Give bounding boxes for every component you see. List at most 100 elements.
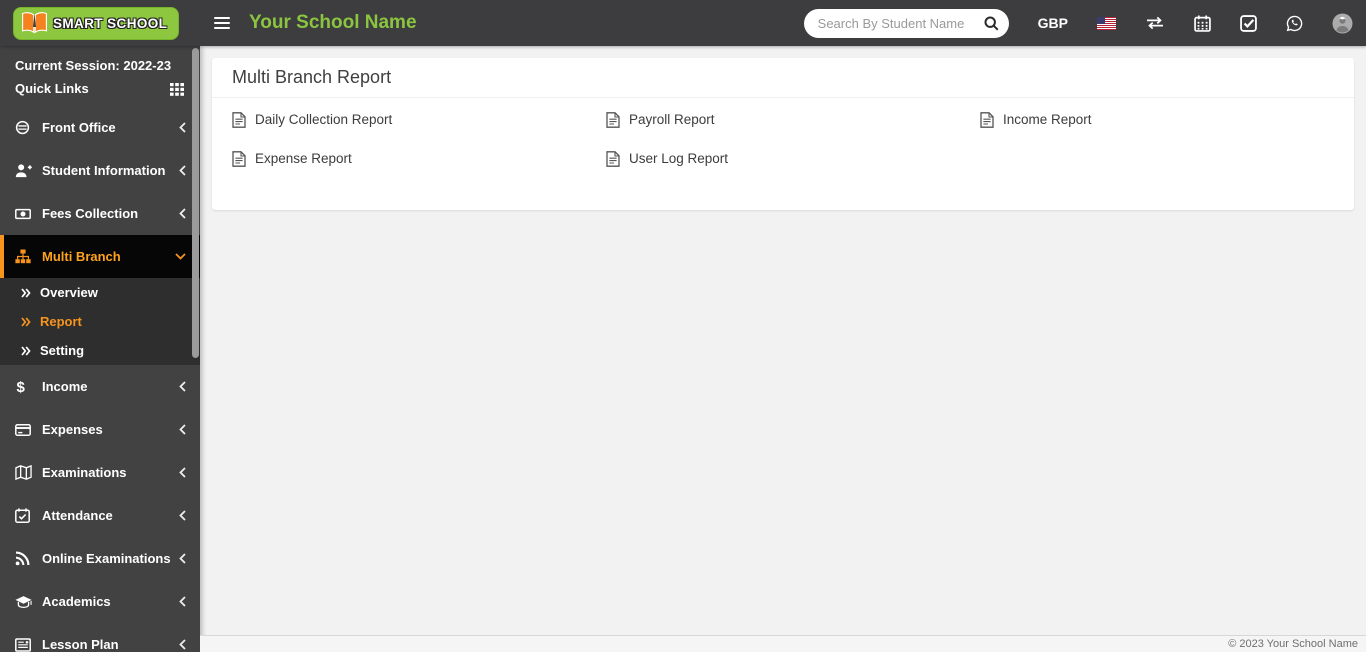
chevron-down-icon [175,253,186,260]
sidebar-item-label: Online Examinations [42,551,179,566]
header-actions: GBP [804,9,1366,38]
user-avatar-icon [1332,13,1353,34]
current-session-label: Current Session: 2022-23 [15,55,185,77]
document-icon [606,151,620,167]
sidebar-scrollbar[interactable] [192,48,199,358]
dollar-icon: $ [15,379,36,395]
copyright-text: © 2023 Your School Name [1228,638,1358,650]
search-input[interactable] [818,16,974,31]
sidebar-item-examinations[interactable]: Examinations [0,451,200,494]
sidebar-item-label: Lesson Plan [42,637,179,652]
whatsapp-icon [1286,15,1303,32]
hamburger-menu-icon[interactable] [214,14,230,32]
sidebar-item-label: Fees Collection [42,206,179,221]
currency-selector[interactable]: GBP [1038,15,1068,31]
smart-school-logo[interactable]: SMART SCHOOL [13,7,179,40]
logo-area: SMART SCHOOL [0,0,200,46]
sidebar-item-online-examinations[interactable]: Online Examinations [0,537,200,580]
quick-links-row[interactable]: Quick Links [15,77,185,101]
money-icon [15,207,36,221]
calendar-button[interactable] [1194,15,1211,32]
calendar-icon [1194,15,1211,32]
report-link-label: Payroll Report [629,112,715,127]
rss-icon [15,551,36,566]
chevron-left-icon [179,381,186,392]
report-link-label: User Log Report [629,151,728,166]
task-check-icon [1240,15,1257,32]
sidebar-item-income[interactable]: $ Income [0,365,200,408]
card-title: Multi Branch Report [212,58,1354,98]
document-icon [232,151,246,167]
report-link-user-log[interactable]: User Log Report [596,139,970,178]
double-chevron-icon [21,288,31,298]
student-search-box [804,9,1009,38]
report-link-label: Expense Report [255,151,352,166]
credit-card-icon [15,423,36,437]
submenu-item-label: Report [40,314,82,329]
chevron-left-icon [179,424,186,435]
headset-icon [15,120,36,135]
sidebar-item-label: Attendance [42,508,179,523]
newspaper-icon [15,638,36,652]
multi-branch-submenu: Overview Report Setting [0,278,200,365]
chevron-left-icon [179,553,186,564]
document-icon [606,112,620,128]
main-content: Multi Branch Report Daily Collection Rep… [200,46,1366,652]
us-flag-icon [1097,17,1116,30]
chevron-left-icon [179,596,186,607]
sidebar-item-expenses[interactable]: Expenses [0,408,200,451]
sidebar: Current Session: 2022-23 Quick Links F [0,46,200,652]
user-profile-menu[interactable] [1332,13,1353,34]
grid-icon[interactable] [170,83,185,96]
sidebar-item-label: Multi Branch [42,249,175,264]
report-link-daily-collection[interactable]: Daily Collection Report [222,100,596,139]
chevron-left-icon [179,510,186,521]
sidebar-item-label: Student Information [42,163,179,178]
exchange-icon [1145,16,1165,30]
report-link-expense[interactable]: Expense Report [222,139,596,178]
double-chevron-icon [21,317,31,327]
whatsapp-button[interactable] [1286,15,1303,32]
map-icon [15,465,36,480]
session-block: Current Session: 2022-23 Quick Links [0,46,200,106]
submenu-item-overview[interactable]: Overview [0,278,200,307]
sidebar-item-academics[interactable]: Academics [0,580,200,623]
multi-branch-report-card: Multi Branch Report Daily Collection Rep… [212,58,1354,210]
graduation-cap-icon [15,595,36,609]
report-link-payroll[interactable]: Payroll Report [596,100,970,139]
sidebar-item-label: Examinations [42,465,179,480]
sidebar-item-fees-collection[interactable]: Fees Collection [0,192,200,235]
report-link-income[interactable]: Income Report [970,100,1344,139]
sidebar-item-multi-branch[interactable]: Multi Branch [0,235,200,278]
sidebar-item-label: Academics [42,594,179,609]
open-book-icon [21,11,48,35]
chevron-left-icon [179,165,186,176]
todo-tasks-button[interactable] [1240,15,1257,32]
submenu-item-label: Overview [40,285,98,300]
language-flag-selector[interactable] [1097,17,1116,30]
svg-text:$: $ [16,379,25,395]
sidebar-item-lesson-plan[interactable]: Lesson Plan [0,623,200,652]
user-plus-icon [15,163,36,178]
chevron-left-icon [179,639,186,650]
sidebar-item-attendance[interactable]: Attendance [0,494,200,537]
document-icon [232,112,246,128]
sidebar-item-label: Expenses [42,422,179,437]
report-link-label: Income Report [1003,112,1092,127]
sidebar-item-student-information[interactable]: Student Information [0,149,200,192]
sitemap-icon [15,249,36,264]
branch-switch-button[interactable] [1145,16,1165,30]
calendar-check-icon [15,508,36,523]
submenu-item-label: Setting [40,343,84,358]
sidebar-item-front-office[interactable]: Front Office [0,106,200,149]
search-icon[interactable] [984,16,999,31]
chevron-left-icon [179,208,186,219]
footer-bar: © 2023 Your School Name [200,635,1366,652]
report-links-grid: Daily Collection Report Payroll Report [212,98,1354,210]
submenu-item-report[interactable]: Report [0,307,200,336]
sidebar-item-label: Income [42,379,179,394]
quick-links-label: Quick Links [15,77,89,101]
double-chevron-icon [21,346,31,356]
chevron-left-icon [179,122,186,133]
submenu-item-setting[interactable]: Setting [0,336,200,365]
